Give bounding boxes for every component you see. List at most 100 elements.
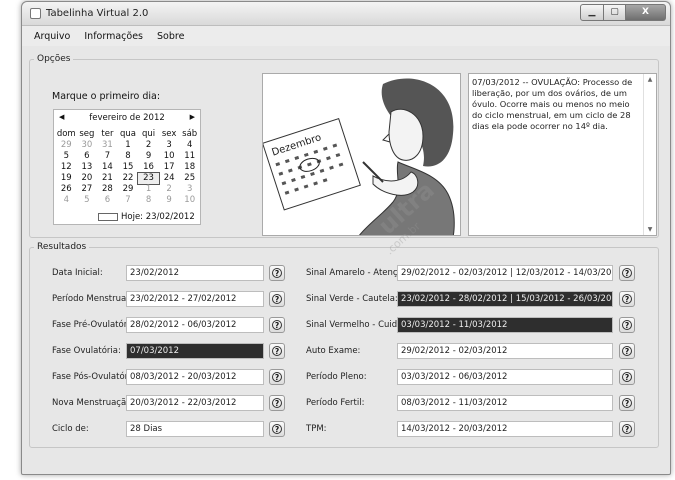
calendar-day[interactable]: 6 — [97, 195, 118, 206]
result-label: Fase Pré-Ovulatória: — [52, 320, 138, 330]
help-button[interactable]: ? — [269, 421, 285, 437]
help-button[interactable]: ? — [619, 317, 635, 333]
result-field[interactable]: 28/02/2012 - 06/03/2012 — [126, 317, 264, 333]
calendar-weekday: sex — [161, 129, 177, 139]
result-field[interactable]: 23/02/2012 - 28/02/2012 | 15/03/2012 - 2… — [397, 291, 613, 307]
help-button[interactable]: ? — [619, 265, 635, 281]
calendar-day[interactable]: 29 — [56, 140, 77, 151]
calendar-day[interactable]: 25 — [179, 173, 200, 184]
illustration-image: Dezembro — [262, 73, 461, 236]
help-button[interactable]: ? — [269, 343, 285, 359]
maximize-button[interactable]: ▢ — [604, 4, 626, 21]
help-button[interactable]: ? — [269, 369, 285, 385]
calendar-day[interactable]: 31 — [97, 140, 118, 151]
menu-informacoes[interactable]: Informações — [84, 31, 143, 42]
result-field[interactable]: 08/03/2012 - 20/03/2012 — [126, 369, 264, 385]
calendar-day[interactable]: 7 — [118, 195, 139, 206]
calendar-day[interactable]: 1 — [138, 184, 159, 195]
calendar-day[interactable]: 9 — [138, 151, 159, 162]
menu-arquivo[interactable]: Arquivo — [34, 31, 70, 42]
help-icon: ? — [622, 320, 632, 330]
calendar-day[interactable]: 27 — [77, 184, 98, 195]
calendar-day[interactable]: 18 — [179, 162, 200, 173]
result-field[interactable]: 03/03/2012 - 11/03/2012 — [397, 317, 613, 333]
calendar-day[interactable]: 20 — [77, 173, 98, 184]
info-textbox[interactable]: 07/03/2012 -- OVULAÇÃO: Processo de libe… — [468, 73, 657, 236]
result-label: Nova Menstruação: — [52, 398, 135, 408]
help-button[interactable]: ? — [269, 291, 285, 307]
calendar-day[interactable]: 13 — [77, 162, 98, 173]
calendar-day[interactable]: 15 — [118, 162, 139, 173]
calendar-day[interactable]: 23 — [137, 172, 160, 185]
result-label: Data Inicial: — [52, 268, 103, 278]
calendar-day[interactable]: 9 — [159, 195, 180, 206]
help-button[interactable]: ? — [269, 317, 285, 333]
help-button[interactable]: ? — [269, 265, 285, 281]
calendar-day[interactable]: 16 — [138, 162, 159, 173]
calendar-day[interactable]: 24 — [159, 173, 180, 184]
help-button[interactable]: ? — [269, 395, 285, 411]
calendar-day[interactable]: 2 — [159, 184, 180, 195]
month-calendar[interactable]: ◀ fevereiro de 2012 ▶ dom seg ter qua qui sex… — [53, 109, 201, 225]
calendar-weekday: sáb — [182, 129, 198, 139]
calendar-day[interactable]: 4 — [56, 195, 77, 206]
calendar-day[interactable]: 11 — [179, 151, 200, 162]
result-field[interactable]: 20/03/2012 - 22/03/2012 — [126, 395, 264, 411]
calendar-day[interactable]: 22 — [118, 173, 139, 184]
calendar-weekday: seg — [79, 129, 95, 139]
result-label: Auto Exame: — [306, 346, 361, 356]
calendar-day[interactable]: 4 — [179, 140, 200, 151]
calendar-today[interactable]: Hoje: 23/02/2012 — [98, 212, 195, 222]
menu-sobre[interactable]: Sobre — [157, 31, 184, 42]
calendar-day[interactable]: 3 — [159, 140, 180, 151]
close-button[interactable]: X — [626, 4, 666, 21]
result-field[interactable]: 07/03/2012 — [126, 343, 264, 359]
calendar-day[interactable]: 19 — [56, 173, 77, 184]
info-scrollbar[interactable]: ▲ ▼ — [643, 74, 656, 235]
calendar-day[interactable]: 2 — [138, 140, 159, 151]
help-icon: ? — [622, 372, 632, 382]
help-button[interactable]: ? — [619, 343, 635, 359]
window-title: Tabelinha Virtual 2.0 — [46, 8, 149, 19]
minimize-button[interactable]: ▁ — [580, 4, 604, 21]
calendar-day[interactable]: 5 — [77, 195, 98, 206]
calendar-day[interactable]: 6 — [77, 151, 98, 162]
result-field[interactable]: 14/03/2012 - 20/03/2012 — [397, 421, 613, 437]
result-field[interactable]: 23/02/2012 - 27/02/2012 — [126, 291, 264, 307]
help-button[interactable]: ? — [619, 395, 635, 411]
result-field[interactable]: 03/03/2012 - 06/03/2012 — [397, 369, 613, 385]
calendar-day[interactable]: 3 — [179, 184, 200, 195]
calendar-day[interactable]: 5 — [56, 151, 77, 162]
calendar-today-label: Hoje: 23/02/2012 — [121, 212, 195, 222]
calendar-day[interactable]: 21 — [97, 173, 118, 184]
calendar-day[interactable]: 8 — [138, 195, 159, 206]
calendar-next-icon[interactable]: ▶ — [190, 113, 195, 121]
help-icon: ? — [272, 294, 282, 304]
calendar-day[interactable]: 26 — [56, 184, 77, 195]
result-field[interactable]: 28 Dias — [126, 421, 264, 437]
calendar-day[interactable]: 10 — [179, 195, 200, 206]
result-label: Período Menstrual: — [52, 294, 132, 304]
scroll-down-icon[interactable]: ▼ — [644, 226, 656, 233]
calendar-day[interactable]: 10 — [159, 151, 180, 162]
calendar-day[interactable]: 7 — [97, 151, 118, 162]
calendar-day[interactable]: 28 — [97, 184, 118, 195]
help-icon: ? — [622, 398, 632, 408]
calendar-day[interactable]: 12 — [56, 162, 77, 173]
help-button[interactable]: ? — [619, 421, 635, 437]
calendar-day[interactable]: 14 — [97, 162, 118, 173]
calendar-day[interactable]: 8 — [118, 151, 139, 162]
help-button[interactable]: ? — [619, 369, 635, 385]
help-button[interactable]: ? — [619, 291, 635, 307]
app-icon — [30, 8, 41, 19]
scroll-up-icon[interactable]: ▲ — [644, 76, 656, 83]
result-field[interactable]: 23/02/2012 — [126, 265, 264, 281]
calendar-day[interactable]: 1 — [118, 140, 139, 151]
calendar-day[interactable]: 29 — [118, 184, 139, 195]
calendar-day[interactable]: 30 — [77, 140, 98, 151]
calendar-day[interactable]: 17 — [159, 162, 180, 173]
result-field[interactable]: 29/02/2012 - 02/03/2012 — [397, 343, 613, 359]
result-field[interactable]: 08/03/2012 - 11/03/2012 — [397, 395, 613, 411]
result-field[interactable]: 29/02/2012 - 02/03/2012 | 12/03/2012 - 1… — [397, 265, 613, 281]
help-icon: ? — [272, 268, 282, 278]
